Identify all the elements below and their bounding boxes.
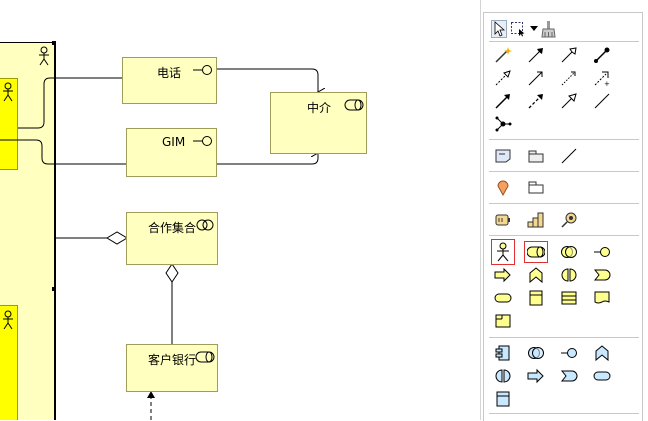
palette-separator xyxy=(489,41,639,42)
access-tool-icon[interactable] xyxy=(560,69,578,87)
select-arrow-icon[interactable] xyxy=(491,20,507,38)
flow-tool-icon[interactable] xyxy=(527,92,545,110)
format-painter-icon[interactable] xyxy=(541,20,557,38)
connection-line xyxy=(18,77,122,129)
connection-lines xyxy=(0,68,480,420)
realization-tool-icon[interactable] xyxy=(494,69,512,87)
gim-interface-node[interactable]: GIM xyxy=(126,128,217,177)
serving-tool-icon[interactable] xyxy=(527,69,545,87)
aggregation-tool-icon[interactable] xyxy=(560,46,578,64)
aggregation-diamond xyxy=(165,263,179,283)
broker-role-node[interactable]: 中介 xyxy=(270,92,367,154)
palette-separator xyxy=(489,413,639,414)
location-tool-icon[interactable] xyxy=(494,178,512,196)
data-object-tool-icon[interactable] xyxy=(494,390,512,408)
marquee-select-icon[interactable] xyxy=(510,21,526,37)
connection-tool-icon[interactable] xyxy=(560,147,578,165)
service-tool-icon[interactable] xyxy=(494,289,512,307)
arrow-head xyxy=(147,391,155,398)
application-function-tool-icon[interactable] xyxy=(593,344,611,362)
application-process-tool-icon[interactable] xyxy=(527,367,545,385)
application-interface-tool-icon[interactable] xyxy=(560,344,578,362)
interface-tool-icon[interactable] xyxy=(593,243,611,261)
role-icon xyxy=(195,351,215,363)
representation-tool-icon[interactable] xyxy=(593,289,611,307)
node-label: 合作集合 xyxy=(148,221,197,235)
composition-tool-icon[interactable] xyxy=(527,46,545,64)
node-label: 中介 xyxy=(307,101,332,115)
collaboration-icon xyxy=(196,219,214,231)
triggering-tool-icon[interactable] xyxy=(494,92,512,110)
diagram-canvas[interactable]: 电话 GIM 中介 合作集合 客户银行 xyxy=(0,0,480,420)
grouping-tool-icon[interactable] xyxy=(527,178,545,196)
actor-tool[interactable] xyxy=(491,239,515,265)
resource-tool-icon[interactable] xyxy=(494,211,512,229)
role-icon xyxy=(344,99,364,111)
connection-line xyxy=(216,68,318,92)
node-label: 电话 xyxy=(157,66,182,80)
node-label: GIM xyxy=(162,135,186,149)
object-tool-icon[interactable] xyxy=(527,289,545,307)
capability-tool-icon[interactable] xyxy=(527,211,545,229)
connection-line xyxy=(216,153,318,165)
magic-connector-icon[interactable] xyxy=(494,46,512,64)
bank-role-node[interactable]: 客户银行 xyxy=(126,344,218,392)
group-tool-icon[interactable] xyxy=(527,147,545,165)
product-tool-icon[interactable] xyxy=(494,312,512,330)
process-tool-icon[interactable] xyxy=(494,266,512,284)
application-interaction-tool-icon[interactable] xyxy=(494,367,512,385)
application-event-tool-icon[interactable] xyxy=(560,367,578,385)
palette-separator xyxy=(489,171,639,172)
role-tool[interactable] xyxy=(524,241,548,263)
dropdown-arrow-icon[interactable] xyxy=(530,26,538,32)
phone-interface-node[interactable]: 电话 xyxy=(122,57,217,104)
course-of-action-tool-icon[interactable] xyxy=(560,211,578,229)
assignment-tool-icon[interactable] xyxy=(593,46,611,64)
influence-tool-icon[interactable]: + xyxy=(593,69,611,87)
application-collaboration-tool-icon[interactable] xyxy=(527,344,545,362)
association-tool-icon[interactable] xyxy=(593,92,611,110)
palette-separator xyxy=(489,203,639,204)
palette-separator xyxy=(489,337,639,338)
interface-icon xyxy=(193,65,212,75)
svg-text:+: + xyxy=(604,80,610,87)
interaction-tool-icon[interactable] xyxy=(560,266,578,284)
specialization-tool-icon[interactable] xyxy=(560,92,578,110)
interface-icon xyxy=(193,136,212,146)
node-label: 客户银行 xyxy=(148,353,197,367)
function-tool-icon[interactable] xyxy=(527,266,545,284)
role-icon xyxy=(526,246,546,258)
contract-tool-icon[interactable] xyxy=(560,289,578,307)
note-tool-icon[interactable] xyxy=(494,147,512,165)
connection-line xyxy=(0,139,126,165)
junction-tool-icon[interactable] xyxy=(494,115,512,133)
collaboration-tool-icon[interactable] xyxy=(560,243,578,261)
event-tool-icon[interactable] xyxy=(593,266,611,284)
application-component-tool-icon[interactable] xyxy=(494,344,512,362)
actor-icon xyxy=(497,242,509,262)
palette-separator xyxy=(489,235,639,236)
application-service-tool-icon[interactable] xyxy=(593,367,611,385)
aggregation-diamond xyxy=(106,231,128,245)
palette-separator xyxy=(489,139,639,140)
cooperation-collaboration-node[interactable]: 合作集合 xyxy=(126,212,218,265)
